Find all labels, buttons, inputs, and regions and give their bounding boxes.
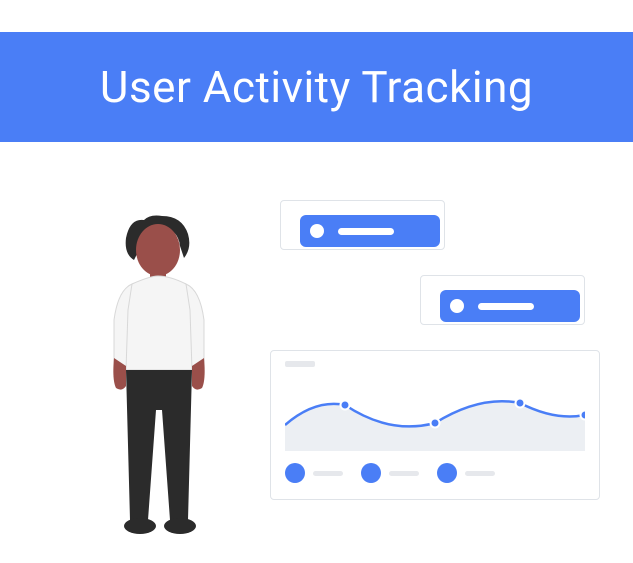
legend-dot-icon bbox=[361, 463, 381, 483]
dot-icon bbox=[310, 224, 324, 238]
placeholder-line bbox=[478, 303, 534, 310]
legend-dot-icon bbox=[285, 463, 305, 483]
chart-title-placeholder bbox=[285, 361, 315, 367]
legend-label-placeholder bbox=[465, 471, 495, 476]
placeholder-line bbox=[338, 228, 394, 235]
legend-item bbox=[285, 463, 343, 483]
chart-panel bbox=[270, 350, 600, 500]
legend-dot-icon bbox=[437, 463, 457, 483]
legend-label-placeholder bbox=[389, 471, 419, 476]
dot-icon bbox=[450, 299, 464, 313]
page-title: User Activity Tracking bbox=[100, 61, 533, 113]
person-illustration bbox=[100, 210, 220, 544]
chart-legend bbox=[285, 463, 585, 483]
legend-item bbox=[437, 463, 495, 483]
activity-pill-2 bbox=[440, 290, 580, 322]
legend-item bbox=[361, 463, 419, 483]
header-banner: User Activity Tracking bbox=[0, 32, 633, 142]
activity-pill-1 bbox=[300, 215, 440, 247]
illustration bbox=[0, 180, 633, 560]
legend-label-placeholder bbox=[313, 471, 343, 476]
chart-area bbox=[285, 375, 585, 451]
